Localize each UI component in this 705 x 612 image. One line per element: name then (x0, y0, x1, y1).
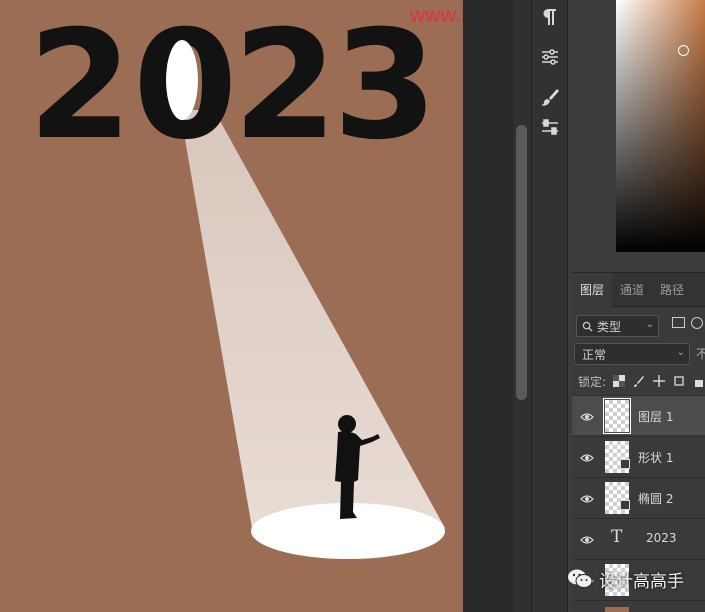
layer-name: 形状 1 (638, 451, 674, 465)
panel-toolstrip (531, 0, 567, 612)
eye-icon[interactable] (580, 450, 594, 464)
tab-paths[interactable]: 路径 (652, 273, 692, 307)
lock-label: 锁定: (578, 374, 607, 389)
adjustment-filter-icon[interactable] (691, 317, 703, 329)
tab-layers[interactable]: 图层 (572, 273, 613, 307)
layer-row[interactable]: 图层 1 (572, 395, 705, 435)
scrollbar-thumb[interactable] (516, 125, 527, 400)
layer-row[interactable]: T 2023 (572, 518, 705, 558)
paragraph-icon[interactable] (535, 2, 565, 32)
lit-zero-hole (166, 40, 198, 120)
filter-icons (672, 317, 703, 329)
eye-icon[interactable] (580, 491, 594, 505)
layer-name: 图层 1 (638, 410, 674, 424)
chevron-down-icon: ⌄ (645, 319, 654, 330)
adjustments-icon[interactable] (535, 42, 565, 72)
lock-position-icon[interactable] (652, 374, 666, 388)
headline-digit-2a: 2 (28, 0, 132, 173)
wechat-brand: 设计高高手 (567, 564, 684, 594)
layer-name: 椭圆 2 (638, 492, 674, 506)
headline-digit-2b: 2 (233, 0, 337, 173)
eye-icon[interactable] (580, 409, 594, 423)
layer-row[interactable] (572, 600, 705, 612)
blend-mode-dropdown[interactable]: 正常 ⌄ (574, 343, 690, 365)
layer-name: 2023 (646, 531, 677, 545)
lock-all-icon[interactable] (692, 374, 705, 388)
lock-transparent-icon[interactable] (612, 374, 626, 388)
brand-text: 设计高高手 (599, 571, 684, 592)
text-layer-icon: T (611, 527, 623, 547)
canvas-artwork: 2 0 2 3 (28, 0, 445, 559)
layers-panel: 图层 通道 路径 类型 ⌄ 正常 ⌄ 不 锁定: 图层 1 形状 1 椭圆 2 … (572, 272, 705, 612)
background-thumbnail (605, 607, 629, 612)
color-field[interactable] (616, 0, 705, 252)
opacity-label: 不 (696, 347, 705, 361)
shape-badge-icon (620, 500, 630, 510)
image-filter-icon[interactable] (672, 317, 685, 328)
eye-icon[interactable] (580, 532, 594, 546)
brush-icon[interactable] (535, 82, 565, 112)
layer-row[interactable]: 椭圆 2 (572, 477, 705, 517)
canvas-gutter (463, 0, 513, 612)
blend-mode-value: 正常 (582, 347, 607, 362)
layer-thumbnail (603, 398, 631, 434)
layer-filter-dropdown[interactable]: 类型 ⌄ (576, 315, 659, 337)
layers-panel-tabs: 图层 通道 路径 (572, 273, 705, 307)
lock-row: 锁定: (578, 371, 705, 391)
layer-filter-value: 类型 (597, 319, 622, 334)
lock-artboard-icon[interactable] (672, 374, 686, 388)
sliders-icon[interactable] (535, 112, 565, 142)
tab-channels[interactable]: 通道 (612, 273, 652, 307)
search-icon (582, 321, 593, 332)
color-picker-knob[interactable] (678, 45, 689, 56)
document-canvas[interactable]: 2 0 2 3 (0, 0, 463, 612)
layer-row[interactable]: 形状 1 (572, 436, 705, 476)
vertical-scrollbar[interactable] (513, 0, 531, 612)
chevron-down-icon: ⌄ (676, 347, 685, 358)
lock-pixels-icon[interactable] (632, 374, 646, 388)
wechat-icon (567, 568, 593, 590)
color-panel-side (568, 0, 616, 258)
shape-badge-icon (620, 459, 630, 469)
